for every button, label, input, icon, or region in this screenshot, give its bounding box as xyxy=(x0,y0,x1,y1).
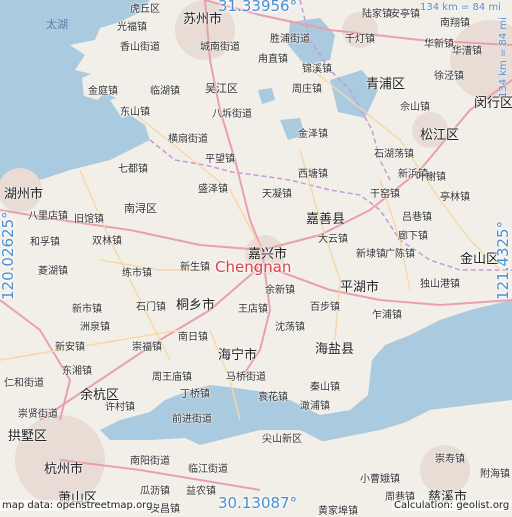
place-label-lianshi: 练市镇 xyxy=(122,268,152,279)
longitude-left-label: 120.02625° xyxy=(0,211,17,300)
place-label-songjiang: 松江区 xyxy=(420,128,460,143)
place-label-zhapu: 乍浦镇 xyxy=(372,310,402,321)
place-label-tongxiang: 桐乡市 xyxy=(176,298,216,313)
place-label-chongxian: 崇贤街道 xyxy=(18,409,58,420)
place-label-shengze: 盛泽镇 xyxy=(198,184,228,195)
place-label-wujiang: 吴江区 xyxy=(205,82,238,95)
place-label-huangjiabu: 黄家埠镇 xyxy=(318,506,358,517)
place-label-ganpu: 澉浦镇 xyxy=(300,401,330,412)
place-label-qinshan: 秦山镇 xyxy=(310,382,340,393)
place-label-luzhi: 甪直镇 xyxy=(258,54,288,65)
place-label-nanxun: 南浔区 xyxy=(124,202,157,215)
place-label-yuxin: 余新镇 xyxy=(265,285,295,296)
place-label-fuhai: 附海镇 xyxy=(480,469,510,480)
place-label-langxia: 廊下镇 xyxy=(398,231,428,242)
place-label-huacao: 华漕镇 xyxy=(452,46,482,57)
place-label-zhouwangmiao: 周王庙镇 xyxy=(152,372,192,383)
place-label-bachi: 八坼街道 xyxy=(212,109,252,120)
location-name: Chengnan xyxy=(215,258,292,276)
place-label-xinan: 新安镇 xyxy=(55,342,85,353)
place-label-yuanhua: 袁花镇 xyxy=(258,392,288,403)
place-label-sheshan: 佘山镇 xyxy=(400,102,430,113)
place-label-qingpu: 青浦区 xyxy=(366,77,406,92)
place-label-baibu: 百步镇 xyxy=(310,302,340,313)
place-label-nanyang: 南阳街道 xyxy=(130,456,170,467)
place-label-shendang: 沈荡镇 xyxy=(275,322,305,333)
place-label-xiaocao: 小曹娥镇 xyxy=(360,474,400,485)
place-label-lvxiang: 吕巷镇 xyxy=(402,212,432,223)
place-label-xinsheng: 新生镇 xyxy=(180,262,210,273)
place-label-huqiu: 虎丘区 xyxy=(130,4,160,15)
scale-horizontal: 134 km = 84 mi xyxy=(420,2,501,13)
latitude-top-label: 31.33956° xyxy=(218,0,298,15)
place-label-hengshan: 横扇街道 xyxy=(168,134,208,145)
place-label-haining: 海宁市 xyxy=(218,348,258,363)
place-label-huzhou: 湖州市 xyxy=(4,187,44,202)
place-label-chongfu: 崇福镇 xyxy=(132,342,162,353)
place-label-anting: 安亭镇 xyxy=(390,9,420,20)
place-label-gongshu: 拱墅区 xyxy=(8,429,48,444)
place-label-chongshou: 崇寿镇 xyxy=(435,454,465,465)
place-label-dongshan: 东山镇 xyxy=(120,107,150,118)
place-label-qiandeng: 千灯镇 xyxy=(345,34,375,45)
place-label-chengnan-street: 城南街道 xyxy=(200,42,240,53)
place-label-xitang: 西塘镇 xyxy=(298,169,328,180)
place-label-yinong: 益农镇 xyxy=(186,486,216,497)
place-label-xinshi: 新市镇 xyxy=(72,304,102,315)
place-label-nanxiang: 南翔镇 xyxy=(440,18,470,29)
place-label-wangdian: 王店镇 xyxy=(238,304,268,315)
place-label-guangfu: 光福镇 xyxy=(117,22,147,33)
place-label-lujia: 陆家镇 xyxy=(362,9,392,20)
place-label-renhe: 仁和街道 xyxy=(4,378,44,389)
place-label-shengpu: 胜浦街道 xyxy=(270,34,310,45)
latitude-bottom-label: 30.13087° xyxy=(218,494,298,512)
place-label-pinghu: 平湖市 xyxy=(340,280,380,295)
place-label-maqiao: 马桥街道 xyxy=(226,372,266,383)
place-label-linjiang: 临江街道 xyxy=(188,464,228,475)
place-label-jinxi: 锦溪镇 xyxy=(302,64,332,75)
place-label-xujing: 徐泾镇 xyxy=(434,71,464,82)
place-label-shihudang: 石湖荡镇 xyxy=(374,149,414,160)
place-label-tianning: 天凝镇 xyxy=(262,189,292,200)
place-label-linhu: 临湖镇 xyxy=(150,86,180,97)
place-label-hefu: 和孚镇 xyxy=(30,237,60,248)
place-label-xiangshan: 香山街道 xyxy=(120,42,160,53)
place-label-pingwang: 平望镇 xyxy=(205,154,235,165)
place-label-huaxin: 华新镇 xyxy=(424,39,454,50)
place-label-lingfeng: 菱湖镇 xyxy=(38,266,68,277)
place-label-dingqiao: 丁桥镇 xyxy=(180,389,210,400)
place-label-qidu: 七都镇 xyxy=(118,164,148,175)
place-label-balidian: 八里店镇 xyxy=(28,211,68,222)
place-label-xucun: 许村镇 xyxy=(105,402,135,413)
place-label-dushan: 独山港镇 xyxy=(420,279,460,290)
place-label-yexie: 叶榭镇 xyxy=(416,172,446,183)
place-label-dayun: 大云镇 xyxy=(318,234,348,245)
place-label-shuanglin: 双林镇 xyxy=(92,236,122,247)
scale-vertical: 134 km = 84 mi xyxy=(498,17,509,98)
place-label-suzhou: 苏州市 xyxy=(183,12,223,27)
place-label-guali: 瓜沥镇 xyxy=(140,486,170,497)
place-label-qianjin: 前进街道 xyxy=(172,414,212,425)
place-label-tinglin: 亭林镇 xyxy=(440,192,470,203)
place-label-xindai: 新埭镇 xyxy=(356,249,386,260)
place-label-guangchen: 广陈镇 xyxy=(385,249,415,260)
place-label-shimen: 石门镇 xyxy=(136,302,166,313)
place-label-haiyan: 海盐县 xyxy=(315,342,355,357)
place-label-dongxiang: 东湘镇 xyxy=(62,366,92,377)
place-label-hangzhou: 杭州市 xyxy=(44,462,84,477)
place-label-nanri: 南日镇 xyxy=(178,332,208,343)
place-label-jinting: 金庭镇 xyxy=(88,86,118,97)
place-label-anchang: 安昌镇 xyxy=(150,504,180,515)
place-label-taihu: 太湖 xyxy=(46,18,68,31)
longitude-right-label: 121.4325° xyxy=(494,220,512,300)
place-label-jianshan: 尖山新区 xyxy=(262,434,302,445)
place-label-jinze: 金泽镇 xyxy=(298,129,328,140)
attribution-osm[interactable]: map data: openstreetmap.org xyxy=(0,500,155,511)
attribution-geolist[interactable]: Calculation: geolist.org xyxy=(392,500,512,511)
place-label-jiuguan: 旧馆镇 xyxy=(74,214,104,225)
place-label-zhouquan: 洲泉镇 xyxy=(80,322,110,333)
place-label-ganyao: 干窑镇 xyxy=(370,189,400,200)
place-label-zhouzhuang: 周庄镇 xyxy=(292,84,322,95)
place-label-jiashan: 嘉善县 xyxy=(306,212,346,227)
